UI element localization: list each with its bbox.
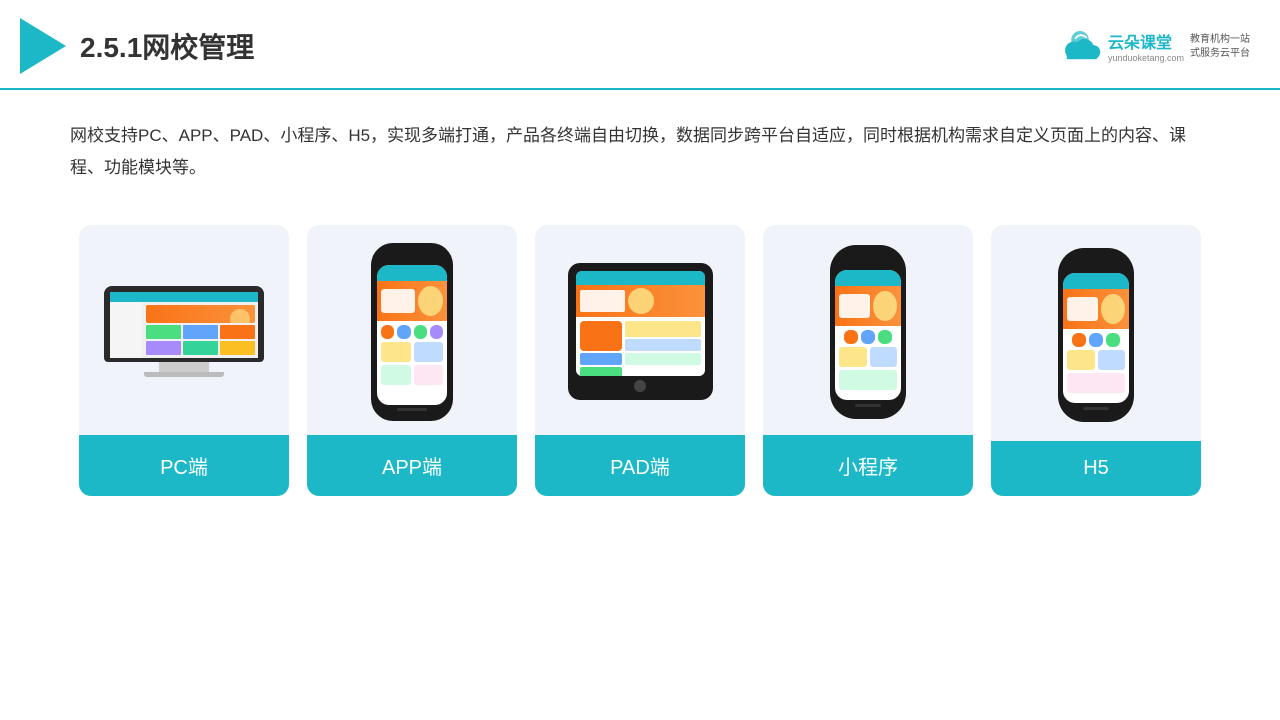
card-miniapp-image — [763, 225, 973, 435]
phone-h5-outer — [1058, 248, 1134, 422]
card-miniapp: 小程序 — [763, 225, 973, 496]
brand-text: 云朵课堂 yunduoketang.com — [1108, 29, 1184, 63]
card-pc-image — [79, 225, 289, 435]
phone-app-mockup — [371, 243, 453, 421]
header-left: 2.5.1网校管理 — [20, 18, 254, 74]
card-pad: PAD端 — [535, 225, 745, 496]
card-pad-label: PAD端 — [535, 435, 745, 496]
card-pc: PC端 — [79, 225, 289, 496]
platform-cards: PC端 — [0, 195, 1280, 516]
brand-tagline: 教育机构一站 式服务云平台 — [1190, 33, 1250, 61]
card-pc-label: PC端 — [79, 435, 289, 496]
pc-mockup — [104, 286, 264, 377]
description-content: 网校支持PC、APP、PAD、小程序、H5，实现多端打通，产品各终端自由切换，数… — [70, 126, 1186, 177]
page-title: 2.5.1网校管理 — [80, 26, 254, 66]
brand-logo: 云朵课堂 yunduoketang.com 教育机构一站 式服务云平台 — [1058, 29, 1250, 63]
phone-outer — [371, 243, 453, 421]
cloud-icon — [1058, 31, 1102, 61]
tablet-outer — [568, 263, 713, 400]
card-app: APP端 — [307, 225, 517, 496]
pc-screen-outer — [104, 286, 264, 362]
page-header: 2.5.1网校管理 云朵课堂 yunduoketang.com 教育机构一站 式… — [0, 0, 1280, 90]
phone-h5-mockup — [1058, 248, 1134, 422]
phone-miniapp-outer — [830, 245, 906, 419]
card-h5: H5 — [991, 225, 1201, 496]
brand-url: yunduoketang.com — [1108, 53, 1184, 63]
card-h5-label: H5 — [991, 441, 1201, 496]
card-h5-image — [991, 225, 1201, 441]
card-app-label: APP端 — [307, 435, 517, 496]
card-miniapp-label: 小程序 — [763, 435, 973, 496]
phone-screen — [377, 265, 447, 405]
tablet-mockup — [568, 263, 713, 400]
phone-miniapp-screen — [835, 270, 901, 400]
phone-miniapp-mockup — [830, 245, 906, 419]
card-pad-image — [535, 225, 745, 435]
tablet-screen — [576, 271, 705, 376]
brand-name: 云朵课堂 — [1108, 29, 1184, 53]
header-right: 云朵课堂 yunduoketang.com 教育机构一站 式服务云平台 — [1058, 29, 1250, 63]
card-app-image — [307, 225, 517, 435]
logo-arrow-icon — [20, 18, 66, 74]
description-text: 网校支持PC、APP、PAD、小程序、H5，实现多端打通，产品各终端自由切换，数… — [0, 90, 1280, 195]
phone-h5-screen — [1063, 273, 1129, 403]
pc-screen-content — [110, 292, 258, 358]
